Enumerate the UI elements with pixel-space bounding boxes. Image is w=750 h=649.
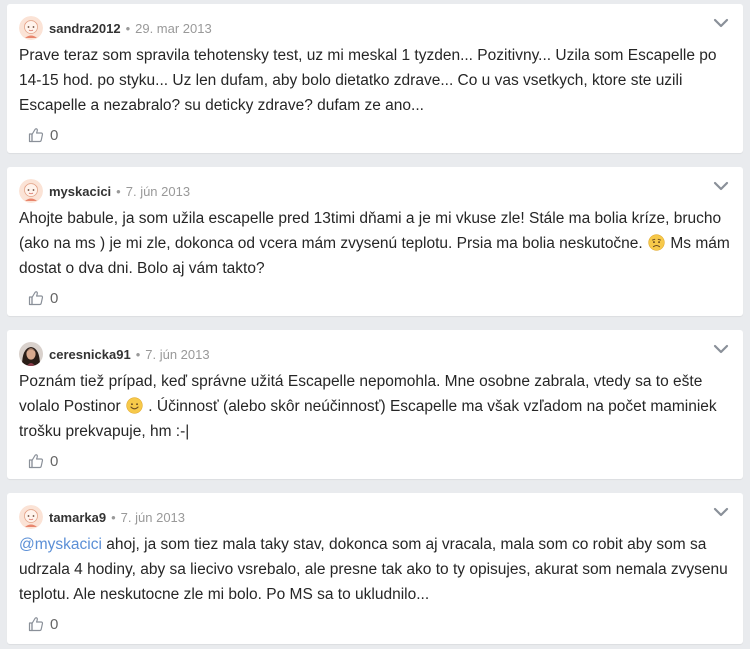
comment-header: ceresnicka91 • 7. jún 2013 xyxy=(19,342,210,366)
like-button[interactable]: 0 xyxy=(28,451,58,471)
meta-separator: • xyxy=(135,346,141,362)
avatar[interactable] xyxy=(19,16,43,40)
comment-text: Poznám tiež prípad, keď správne užitá Es… xyxy=(19,369,731,444)
comment-date: 7. jún 2013 xyxy=(145,346,210,362)
chevron-down-icon[interactable] xyxy=(713,506,729,518)
comment-header: myskacici • 7. jún 2013 xyxy=(19,179,190,203)
chevron-down-icon[interactable] xyxy=(713,17,729,29)
comment-text-part: Ahojte babule, ja som užila escapelle pr… xyxy=(19,210,722,252)
thumbs-up-icon xyxy=(28,617,44,632)
comment-date: 29. mar 2013 xyxy=(135,20,212,36)
author-name[interactable]: sandra2012 xyxy=(49,21,121,36)
meta-separator: • xyxy=(125,20,131,36)
thumbs-up-icon xyxy=(28,291,44,306)
worried-face-emoji xyxy=(648,234,665,251)
comment-header: tamarka9 • 7. jún 2013 xyxy=(19,505,185,529)
thumbs-up-icon xyxy=(28,128,44,143)
comment-header: sandra2012 • 29. mar 2013 xyxy=(19,16,212,40)
like-count: 0 xyxy=(50,452,59,470)
comment-text: Ahojte babule, ja som užila escapelle pr… xyxy=(19,206,731,281)
like-count: 0 xyxy=(50,615,59,633)
comment-date: 7. jún 2013 xyxy=(125,183,191,199)
like-button[interactable]: 0 xyxy=(28,288,58,308)
like-button[interactable]: 0 xyxy=(28,125,58,145)
avatar[interactable] xyxy=(19,179,43,203)
comment-card: tamarka9 • 7. jún 2013 @myskacici ahoj, … xyxy=(7,493,743,644)
meta-separator: • xyxy=(111,509,116,525)
comment-text: Prave teraz som spravila tehotensky test… xyxy=(19,47,717,114)
author-name[interactable]: ceresnicka91 xyxy=(49,347,131,362)
comment-text-part: ahoj, ja som tiez mala taky stav, dokonc… xyxy=(19,536,728,603)
avatar[interactable] xyxy=(19,505,43,529)
thumbs-up-icon xyxy=(28,454,44,469)
avatar[interactable] xyxy=(19,342,43,366)
author-name[interactable]: myskacici xyxy=(49,184,111,199)
chevron-down-icon[interactable] xyxy=(713,343,729,355)
comment-text-part: . Účinnosť (alebo skôr neúčinnosť) Escap… xyxy=(19,398,717,440)
smiling-face-emoji xyxy=(126,397,143,414)
chevron-down-icon[interactable] xyxy=(713,180,729,192)
like-count: 0 xyxy=(50,126,59,144)
comment-card: myskacici • 7. jún 2013 Ahojte babule, j… xyxy=(7,167,743,316)
meta-separator: • xyxy=(116,183,121,199)
comment-card: sandra2012 • 29. mar 2013 Prave teraz so… xyxy=(7,4,743,153)
like-count: 0 xyxy=(50,289,59,307)
comment-date: 7. jún 2013 xyxy=(120,509,186,525)
comment-card: ceresnicka91 • 7. jún 2013 Poznám tiež p… xyxy=(7,330,743,479)
comment-text: @myskacici ahoj, ja som tiez mala taky s… xyxy=(19,532,731,607)
like-button[interactable]: 0 xyxy=(28,614,58,634)
user-mention-link[interactable]: @myskacici xyxy=(19,536,102,553)
author-name[interactable]: tamarka9 xyxy=(49,510,106,525)
